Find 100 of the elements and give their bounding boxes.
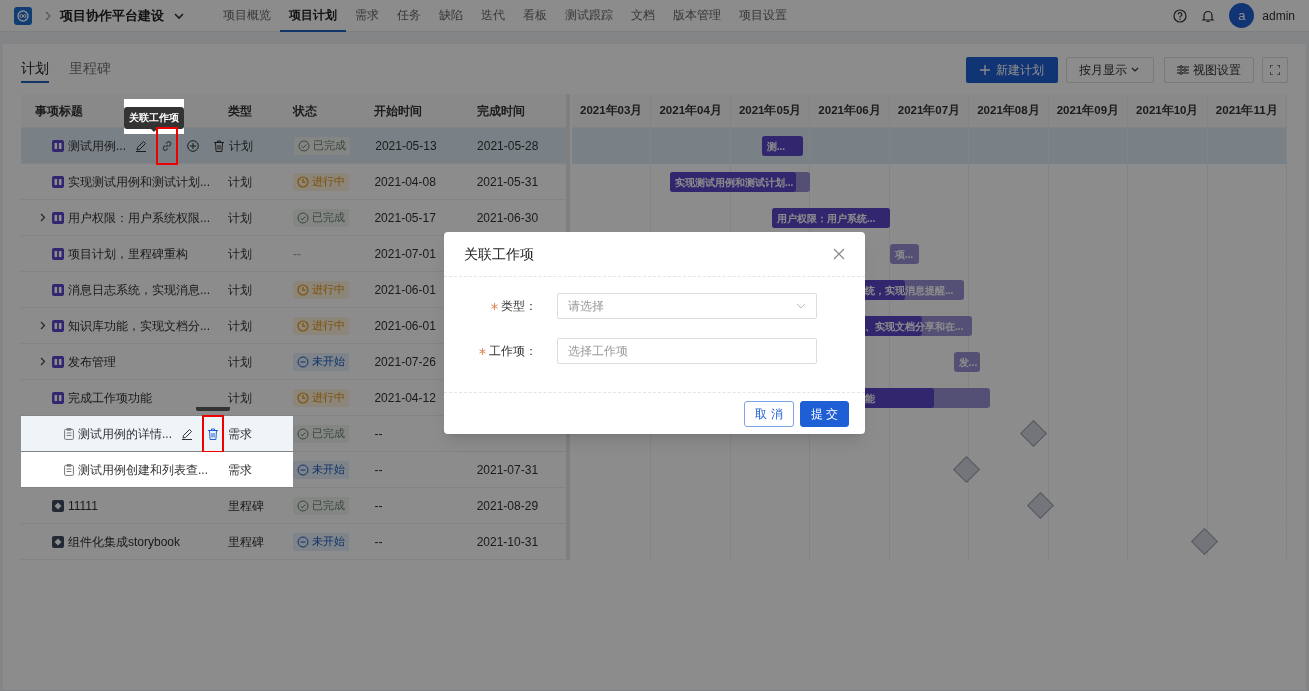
- item-title[interactable]: 组件化集成storybook: [68, 532, 181, 551]
- item-title[interactable]: 实现测试用例和测试计划...: [68, 172, 210, 191]
- view-mode-select[interactable]: 按月显示: [1066, 57, 1154, 83]
- table-row[interactable]: 实现测试用例和测试计划... 计划 进行中 2021-04-08 2021-05-31: [21, 164, 566, 200]
- type-text: 计划: [227, 317, 252, 335]
- dropdown-caret-icon[interactable]: [174, 11, 184, 20]
- submit-button[interactable]: 提 交: [799, 400, 849, 427]
- nav-tab[interactable]: 缺陷: [430, 0, 472, 32]
- document-icon: [64, 427, 74, 440]
- gantt-bar[interactable]: 实现测试用例和测试计划...: [669, 172, 811, 192]
- item-title[interactable]: 知识库功能，实现文档分...: [68, 316, 210, 335]
- date-text: 2021-06-30: [476, 210, 539, 225]
- nav-tab[interactable]: 测试跟踪: [556, 0, 622, 32]
- status-tag: 已完成: [293, 496, 350, 515]
- status-icon: [297, 499, 310, 512]
- month-header: 2021年08月: [969, 94, 1049, 127]
- status-icon: [298, 139, 311, 152]
- gantt-bar[interactable]: 用户权限：用户系统...: [771, 208, 890, 228]
- view-settings-button[interactable]: 视图设置: [1164, 57, 1254, 83]
- table-row[interactable]: 测试用例... 计划 已完成 2021-05-13 2021-05-28: [21, 128, 566, 164]
- bar-label: 测...: [765, 139, 785, 154]
- milestone-icon: [52, 535, 64, 548]
- item-title[interactable]: 11111: [68, 496, 98, 515]
- date-text: 2021-05-28: [477, 138, 539, 153]
- item-title[interactable]: 完成工作项功能: [68, 388, 152, 407]
- date-text: 2021-05-17: [374, 210, 436, 225]
- date-text: 2021-07-26: [374, 354, 436, 369]
- nav-tab[interactable]: 文档: [622, 0, 664, 32]
- nav-tab[interactable]: 需求: [346, 0, 388, 32]
- date-text: 2021-07-01: [374, 246, 436, 261]
- user-avatar[interactable]: a: [1229, 3, 1255, 28]
- status-icon: [297, 355, 310, 368]
- logo-icon: [14, 6, 32, 25]
- type-select[interactable]: 请选择: [557, 293, 817, 319]
- item-title[interactable]: 测试用例...: [68, 136, 126, 155]
- status-tag: 进行中: [293, 316, 350, 335]
- status-tag: 已完成: [293, 208, 350, 227]
- expand-caret-icon[interactable]: [40, 321, 46, 330]
- cancel-button[interactable]: 取 消: [744, 400, 794, 427]
- close-icon: [833, 248, 845, 260]
- chevron-right-icon: [44, 10, 52, 21]
- bar-label: 实现测试用例和测试计划...: [673, 175, 794, 190]
- work-item-field[interactable]: 选择工作项: [557, 338, 817, 364]
- table-row[interactable]: 11111 里程碑 已完成 -- 2021-08-29: [21, 488, 566, 524]
- item-title[interactable]: 项目计划，里程碑重构: [68, 244, 188, 263]
- tab[interactable]: 计划: [21, 57, 49, 83]
- date-text: --: [374, 462, 383, 477]
- new-plan-button[interactable]: 新建计划: [966, 57, 1058, 83]
- expand-caret-icon[interactable]: [40, 357, 46, 366]
- expand-caret-icon[interactable]: [40, 213, 46, 222]
- user-name[interactable]: admin: [1262, 6, 1295, 25]
- status-tag: 进行中: [293, 172, 350, 191]
- type-text: 里程碑: [227, 497, 264, 515]
- status-tag: 未开始: [293, 352, 350, 371]
- help-icon[interactable]: [1173, 8, 1188, 23]
- trash-icon: [213, 139, 225, 152]
- dialog-title: 关联工作项: [464, 244, 534, 264]
- status-tag: 已完成: [294, 136, 351, 155]
- milestone-icon: [52, 499, 64, 512]
- status-icon: [297, 175, 310, 188]
- type-text: 计划: [227, 245, 252, 263]
- type-text: 需求: [227, 425, 252, 443]
- link-button[interactable]: [156, 126, 178, 165]
- nav-tab[interactable]: 迭代: [472, 0, 514, 32]
- nav-tab[interactable]: 任务: [388, 0, 430, 32]
- item-title[interactable]: 消息日志系统，实现消息...: [68, 280, 210, 299]
- status-icon: [297, 319, 310, 332]
- nav-tab[interactable]: 版本管理: [664, 0, 730, 32]
- status-tag: 未开始: [293, 460, 350, 479]
- book-icon: [52, 391, 64, 404]
- date-text: --: [374, 534, 383, 549]
- nav-tab[interactable]: 看板: [514, 0, 556, 32]
- month-header: 2021年09月: [1048, 94, 1129, 127]
- month-header: 2021年04月: [651, 94, 731, 127]
- trash-icon: [207, 427, 219, 440]
- book-icon: [52, 319, 64, 332]
- book-icon: [52, 175, 64, 188]
- type-text: 计划: [227, 209, 252, 227]
- column-header: 类型: [227, 103, 252, 118]
- nav-tab[interactable]: 项目概览: [214, 0, 280, 32]
- status-icon: [297, 211, 310, 224]
- close-button[interactable]: [833, 248, 845, 260]
- item-title[interactable]: 发布管理: [68, 352, 116, 371]
- date-text: 2021-10-31: [476, 534, 539, 549]
- date-text: 2021-07-31: [476, 462, 539, 477]
- bell-icon[interactable]: [1201, 8, 1216, 23]
- nav-tab[interactable]: 项目设置: [730, 0, 796, 32]
- book-icon: [52, 139, 64, 152]
- item-title[interactable]: 用户权限：用户系统权限...: [68, 208, 210, 227]
- type-text: 计划: [229, 137, 253, 155]
- table-row[interactable]: 组件化集成storybook 里程碑 未开始 -- 2021-10-31: [21, 524, 566, 560]
- project-name[interactable]: 项目协作平台建设: [60, 5, 164, 26]
- gantt-bar[interactable]: 测...: [761, 136, 803, 156]
- table-row[interactable]: 测试用例创建和列表查... 需求 未开始 -- 2021-07-31: [21, 452, 566, 488]
- status-tag: 进行中: [293, 280, 350, 299]
- pencil-icon: [135, 139, 147, 152]
- tab[interactable]: 里程碑: [69, 57, 111, 83]
- date-text: 2021-04-08: [374, 174, 436, 189]
- type-text: 计划: [227, 353, 252, 371]
- nav-tab[interactable]: 项目计划: [280, 0, 346, 32]
